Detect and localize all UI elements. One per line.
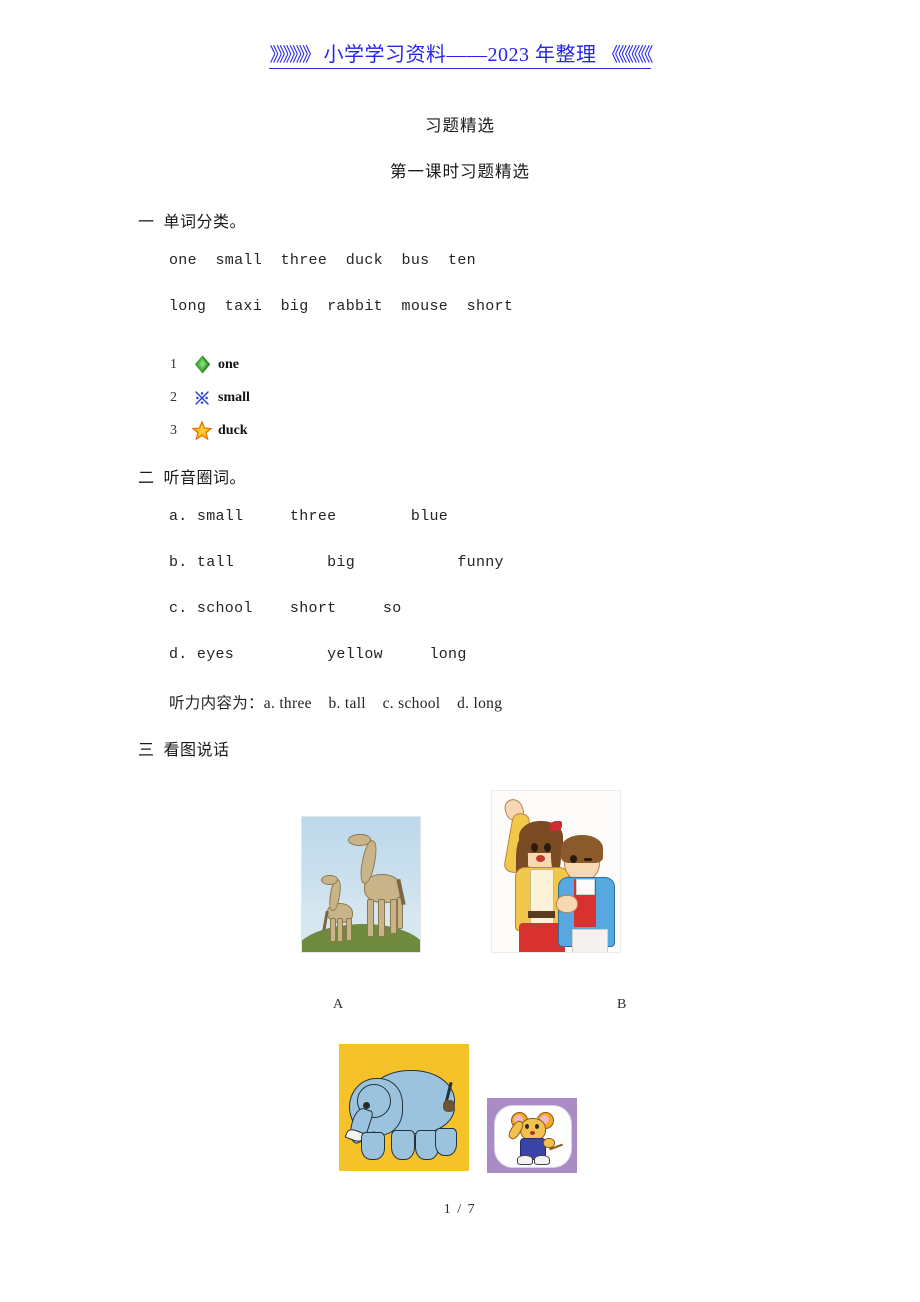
header-text: 小学学习资料——2023 年整理 (318, 44, 602, 66)
picture-label-a: A (333, 997, 344, 1012)
document-page: 》》》》》》 小学学习资料——2023 年整理 《《《《《《 习题精选 第一课时… (0, 0, 920, 1302)
classify-label-2: small (218, 389, 250, 405)
classify-index-2: 2 (170, 389, 177, 405)
classify-list: 1 one 2 small 3 duck (170, 348, 250, 447)
section-heading-two: 二听音圈词。 (138, 464, 246, 488)
orange-star-icon (190, 421, 214, 440)
green-diamond-icon (190, 355, 214, 374)
page-title: 习题精选 (425, 116, 495, 135)
section-title-one: 单词分类。 (163, 214, 247, 231)
listen-choice-row-c[interactable]: c. school short so (169, 600, 402, 617)
classify-index-3: 3 (170, 422, 177, 438)
right-chevrons-icon: 《《《《《《 (602, 45, 653, 66)
page-number-footer: 1 / 7 (443, 1202, 477, 1217)
section-heading-one: 一单词分类。 (138, 208, 246, 232)
two-girls-illustration (491, 790, 621, 953)
word-bank-row-2: long taxi big rabbit mouse short (169, 298, 514, 315)
section-title-two: 听音圈词。 (163, 470, 247, 487)
classify-item-1[interactable]: 1 one (170, 348, 250, 381)
page-header-banner: 》》》》》》 小学学习资料——2023 年整理 《《《《《《 (0, 38, 920, 69)
listen-choice-row-a[interactable]: a. small three blue (169, 508, 448, 525)
section-title-three: 看图说话 (163, 742, 230, 759)
section-heading-three: 三看图说话 (138, 736, 230, 760)
section-number-three: 三 (138, 742, 155, 759)
classify-item-3[interactable]: 3 duck (170, 414, 250, 447)
listen-choice-row-d[interactable]: d. eyes yellow long (169, 646, 467, 663)
elephant-cartoon (339, 1044, 469, 1171)
picture-label-b: B (617, 997, 627, 1012)
classify-item-2[interactable]: 2 small (170, 381, 250, 414)
left-chevrons-icon: 》》》》》》 (269, 45, 320, 66)
classify-label-1: one (218, 356, 239, 372)
section-number-one: 一 (138, 214, 155, 231)
giraffes-photo (301, 816, 421, 953)
listen-choice-row-b[interactable]: b. tall big funny (169, 554, 504, 571)
section-number-two: 二 (138, 470, 155, 487)
blue-sparkle-icon (190, 389, 214, 407)
classify-label-3: duck (218, 422, 248, 438)
listening-answer-line: 听力内容为：a. three b. tall c. school d. long (169, 695, 503, 712)
page-subtitle: 第一课时习题精选 (390, 162, 530, 181)
classify-index-1: 1 (170, 356, 177, 372)
word-bank-row-1: one small three duck bus ten (169, 252, 476, 269)
mouse-cartoon (487, 1098, 577, 1173)
